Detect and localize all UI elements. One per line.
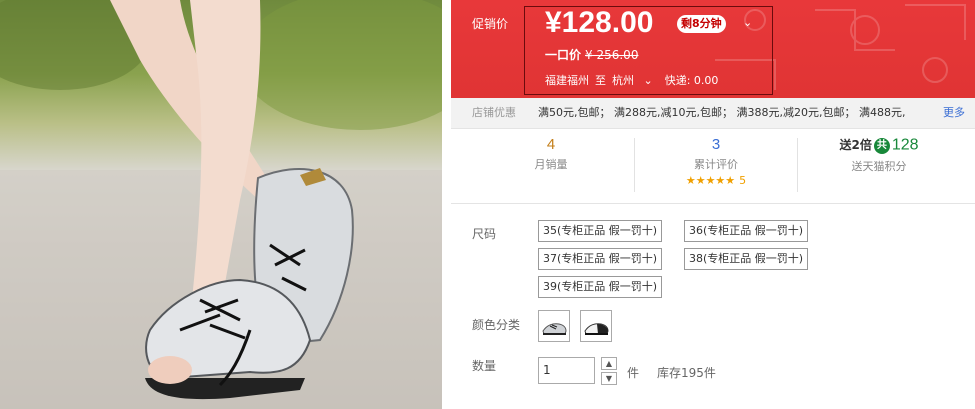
quantity-decrease-button[interactable]: ▼ — [601, 372, 617, 385]
chevron-down-icon: ⌄ — [643, 74, 653, 87]
quantity-input[interactable]: 1 — [538, 357, 595, 384]
color-label: 颜色分类 — [472, 318, 521, 332]
coupons-more-link[interactable]: 更多 — [941, 98, 965, 128]
section-divider — [451, 203, 975, 204]
promo-price: ¥128.00 — [545, 6, 654, 39]
bonus-points-stat: 送2倍共 128 送天猫积分 — [794, 136, 964, 174]
quantity-unit: 件 — [627, 366, 640, 380]
monthly-sales-stat: 4 月销量 — [466, 136, 636, 172]
countdown-badge: 剩8分钟 — [677, 15, 726, 33]
color-swatch-silver[interactable] — [538, 310, 570, 342]
reviews-stat[interactable]: 3 累计评价 ★★★★★ 5 — [631, 136, 801, 187]
bonus-points-row: 送2倍共 128 — [794, 136, 964, 155]
original-price: ¥ 256.00 — [585, 48, 639, 62]
ship-to-select[interactable]: 杭州 ⌄ — [612, 74, 659, 87]
reviews-value: 3 — [711, 136, 721, 153]
chevron-down-icon[interactable]: ⌄ — [743, 16, 752, 29]
ship-to: 杭州 — [612, 74, 634, 87]
color-swatch-black-white[interactable] — [580, 310, 612, 342]
monthly-sales-value: 4 — [546, 136, 556, 153]
ship-from: 福建福州 — [545, 74, 589, 87]
shoe-thumbnail-icon — [584, 323, 609, 335]
stock-count: 库存195件 — [657, 366, 716, 380]
product-photo[interactable] — [0, 0, 442, 409]
chevron-down-icon: ▼ — [605, 374, 613, 383]
bonus-points: 128 — [891, 136, 919, 154]
shoe-thumbnail-icon — [542, 323, 567, 335]
size-option[interactable]: 38(专柜正品 假一罚十) — [684, 248, 809, 270]
reviews-label: 累计评价 — [694, 158, 738, 171]
sales-stats: 4 月销量 3 累计评价 ★★★★★ 5 送2倍共 128 送天猫积分 — [451, 136, 975, 194]
rating-value: 5 — [739, 174, 747, 187]
product-info-panel: 促销价 ¥128.00 剩8分钟 ⌄ 一口价 ¥ 256.00 福建福州至杭州 ⌄… — [451, 0, 975, 409]
quantity-increase-button[interactable]: ▲ — [601, 357, 617, 370]
shipping-fee: 快递: 0.00 — [664, 74, 719, 87]
monthly-sales-label: 月销量 — [534, 158, 568, 171]
size-option[interactable]: 37(专柜正品 假一罚十) — [538, 248, 663, 270]
coupons-list: 满50元,包邮； 满288元,减10元,包邮； 满388元,减20元,包邮； 满… — [538, 106, 906, 119]
size-option[interactable]: 35(专柜正品 假一罚十) — [538, 220, 663, 242]
ship-to-word: 至 — [595, 74, 606, 87]
rating-stars-icon: ★★★★★ 5 — [685, 174, 747, 187]
bonus-prefix: 送2倍 — [839, 138, 872, 152]
shoe-photo-illustration — [0, 0, 442, 409]
size-label: 尺码 — [472, 227, 497, 241]
store-coupons-bar: 店铺优惠 满50元,包邮； 满288元,减10元,包邮； 满388元,减20元,… — [451, 98, 975, 129]
promo-price-area: 促销价 ¥128.00 剩8分钟 ⌄ 一口价 ¥ 256.00 福建福州至杭州 ⌄… — [451, 0, 975, 98]
chevron-up-icon: ▲ — [605, 359, 613, 368]
coupons-label: 店铺优惠 — [472, 106, 516, 119]
size-option[interactable]: 39(专柜正品 假一罚十) — [538, 276, 663, 298]
quantity-label: 数量 — [472, 359, 497, 373]
shipping-row: 福建福州至杭州 ⌄ 快递: 0.00 — [545, 72, 724, 88]
original-price-row: 一口价 ¥ 256.00 — [545, 46, 638, 63]
original-price-label: 一口价 — [545, 48, 582, 62]
bonus-points-label: 送天猫积分 — [851, 159, 907, 173]
size-option[interactable]: 36(专柜正品 假一罚十) — [684, 220, 809, 242]
promo-price-label: 促销价 — [472, 17, 509, 31]
bonus-badge-icon: 共 — [873, 137, 890, 154]
